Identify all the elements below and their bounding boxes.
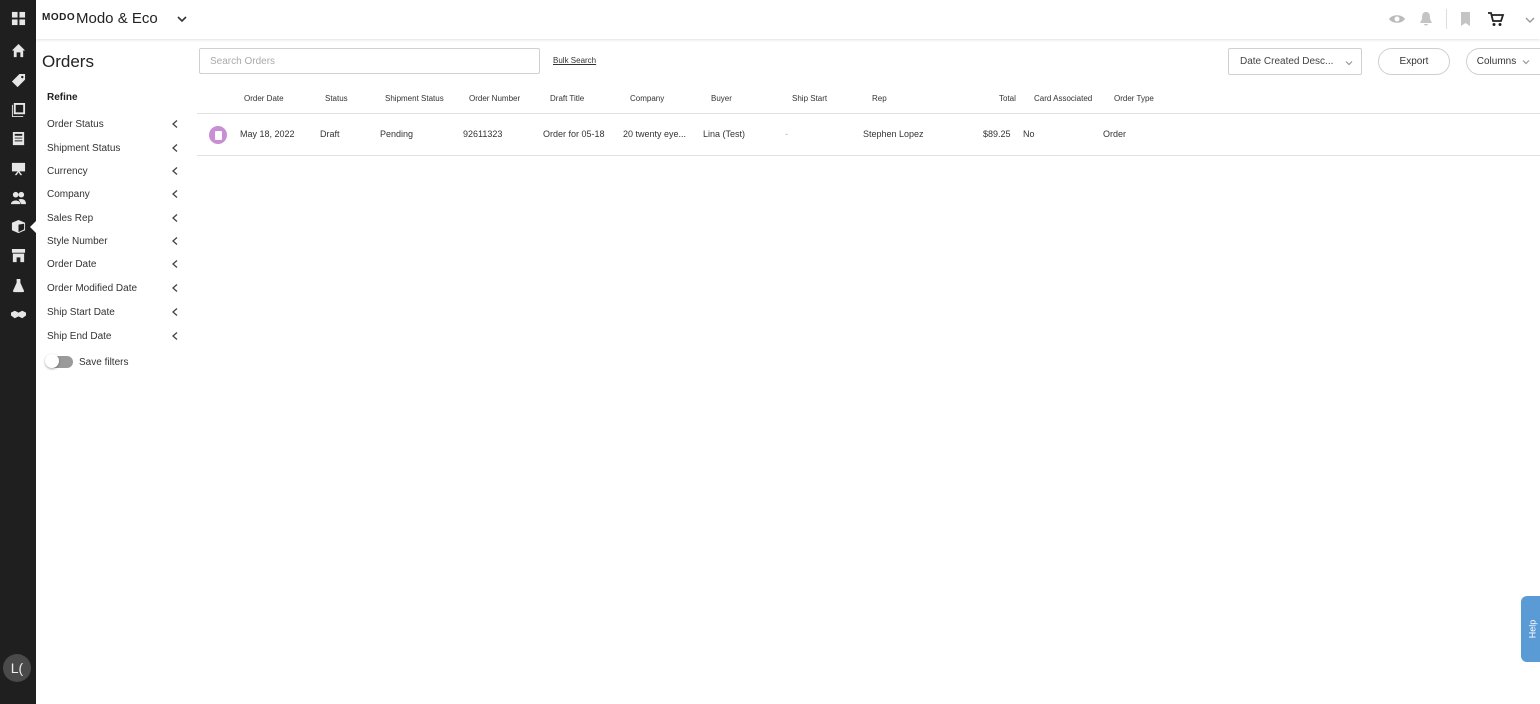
filter-label: Style Number	[47, 235, 108, 247]
filter-label: Order Date	[47, 258, 97, 270]
chevron-down-icon[interactable]	[175, 12, 189, 26]
cell-rep: Stephen Lopez	[863, 129, 924, 139]
filter-ship-start-date[interactable]: Ship Start Date	[47, 303, 179, 321]
chevron-left-icon	[172, 237, 178, 245]
chevron-left-icon	[172, 120, 178, 128]
filter-order-modified-date[interactable]: Order Modified Date	[47, 279, 179, 297]
brand-logo: MODO	[42, 12, 76, 23]
left-nav-rail: L(	[0, 0, 36, 704]
cell-card-associated: No	[1023, 129, 1035, 139]
presentation-icon[interactable]	[8, 158, 28, 178]
book-icon[interactable]	[8, 128, 28, 148]
sort-select-value: Date Created Desc...	[1240, 56, 1334, 67]
export-button[interactable]: Export	[1378, 48, 1450, 75]
cell-ship-start: -	[785, 129, 788, 139]
ink-icon[interactable]	[8, 275, 28, 295]
brand-name[interactable]: Modo & Eco	[76, 10, 158, 27]
help-tab[interactable]: Help	[1521, 596, 1540, 662]
cell-total: $89.25	[983, 129, 1011, 139]
chevron-left-icon	[172, 214, 178, 222]
cell-company: 20 twenty eye...	[623, 129, 687, 139]
filter-order-date[interactable]: Order Date	[47, 255, 179, 273]
topbar-divider	[1446, 9, 1447, 29]
tag-icon[interactable]	[8, 70, 28, 90]
bell-icon[interactable]	[1417, 10, 1435, 28]
bulk-search-link[interactable]: Bulk Search	[553, 56, 596, 65]
filter-sales-rep[interactable]: Sales Rep	[47, 209, 179, 227]
catalog-icon[interactable]	[1457, 10, 1475, 28]
sort-select[interactable]: Date Created Desc...	[1228, 48, 1362, 75]
filter-label: Shipment Status	[47, 142, 121, 154]
columns-button[interactable]: Columns	[1466, 48, 1540, 75]
filter-label: Ship End Date	[47, 330, 112, 342]
filter-shipment-status[interactable]: Shipment Status	[47, 139, 179, 157]
page-title: Orders	[42, 52, 94, 71]
table-row[interactable]: May 18, 2022 Draft Pending 92611323 Orde…	[197, 115, 1540, 156]
column-header-shipment-status[interactable]: Shipment Status	[385, 94, 444, 103]
column-header-company[interactable]: Company	[630, 94, 664, 103]
columns-button-label: Columns	[1476, 56, 1517, 67]
filter-label: Sales Rep	[47, 212, 94, 224]
refine-title: Refine	[47, 92, 78, 103]
chevron-left-icon	[172, 284, 178, 292]
cart-icon[interactable]	[1487, 10, 1505, 28]
column-header-total[interactable]: Total	[999, 94, 1016, 103]
column-header-ship-start[interactable]: Ship Start	[792, 94, 827, 103]
chevron-left-icon	[172, 167, 178, 175]
column-header-buyer[interactable]: Buyer	[711, 94, 732, 103]
column-header-order-number[interactable]: Order Number	[469, 94, 520, 103]
filter-label: Order Modified Date	[47, 282, 138, 294]
avatar-initials: L(	[10, 660, 24, 676]
column-header-order-type[interactable]: Order Type	[1114, 94, 1154, 103]
user-avatar[interactable]: L(	[3, 654, 31, 682]
cell-buyer: Lina (Test)	[703, 129, 746, 139]
store-icon[interactable]	[8, 245, 28, 265]
chevron-left-icon	[172, 190, 178, 198]
cell-draft-title: Order for 05-18	[543, 129, 605, 139]
chevron-down-icon	[1345, 61, 1353, 66]
chevron-left-icon	[172, 332, 178, 340]
column-header-order-date[interactable]: Order Date	[244, 94, 284, 103]
search-orders-input[interactable]	[199, 48, 540, 74]
dashboard-icon[interactable]	[8, 8, 28, 28]
filter-currency[interactable]: Currency	[47, 162, 179, 180]
draft-order-icon	[209, 126, 227, 144]
orders-icon[interactable]	[8, 216, 28, 236]
customers-icon[interactable]	[8, 187, 28, 207]
chevron-left-icon	[172, 144, 178, 152]
cell-order-date: May 18, 2022	[240, 129, 295, 139]
handshake-icon[interactable]	[8, 304, 28, 324]
top-bar: MODO Modo & Eco	[36, 0, 1540, 39]
filter-order-status[interactable]: Order Status	[47, 115, 179, 133]
filter-company[interactable]: Company	[47, 185, 179, 203]
save-filters: Save filters	[45, 354, 129, 368]
cell-order-type: Order	[1103, 129, 1127, 139]
column-header-card-associated[interactable]: Card Associated	[1034, 94, 1092, 103]
filter-ship-end-date[interactable]: Ship End Date	[47, 327, 179, 345]
column-header-status[interactable]: Status	[325, 94, 348, 103]
cell-shipment-status: Pending	[380, 129, 414, 139]
chevron-down-icon	[1522, 59, 1530, 64]
filter-label: Currency	[47, 165, 88, 177]
filter-label: Company	[47, 188, 90, 200]
help-tab-label: Help	[1526, 619, 1537, 639]
save-filters-label: Save filters	[79, 356, 129, 368]
chevron-left-icon	[172, 260, 178, 268]
filter-style-number[interactable]: Style Number	[47, 232, 179, 250]
export-button-label: Export	[1399, 56, 1429, 67]
cell-status: Draft	[320, 129, 340, 139]
home-icon[interactable]	[8, 40, 28, 60]
chevron-left-icon	[172, 308, 178, 316]
eye-icon[interactable]	[1388, 10, 1406, 28]
active-nav-caret	[30, 221, 36, 233]
filter-label: Ship Start Date	[47, 306, 115, 318]
save-filters-toggle[interactable]	[45, 354, 73, 368]
catalog-icon[interactable]	[8, 99, 28, 119]
orders-table-header: Order Date Status Shipment Status Order …	[197, 88, 1540, 114]
chevron-down-icon[interactable]	[1521, 10, 1539, 28]
column-header-rep[interactable]: Rep	[872, 94, 887, 103]
column-header-draft-title[interactable]: Draft Title	[550, 94, 584, 103]
cell-order-number: 92611323	[463, 129, 503, 139]
filter-label: Order Status	[47, 118, 104, 130]
